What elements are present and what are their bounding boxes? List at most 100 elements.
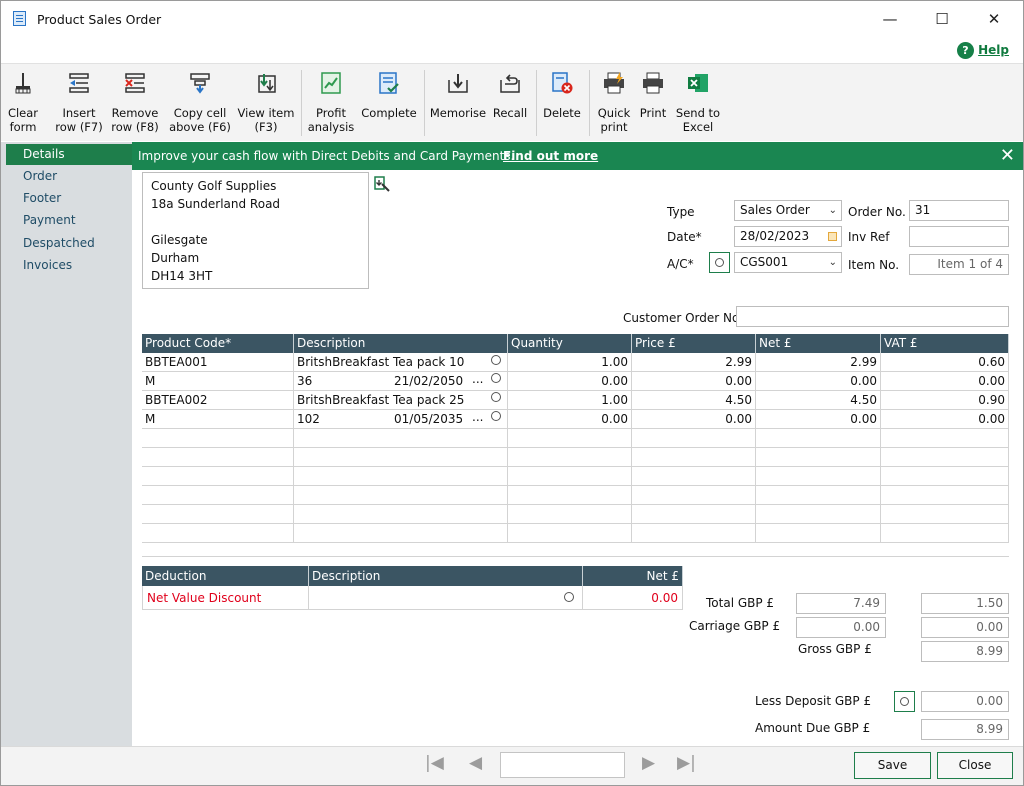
insert-row-button[interactable]: Insert row (F7)	[53, 64, 105, 142]
complete-button[interactable]: Complete	[359, 64, 419, 142]
memorise-button[interactable]: Memorise	[429, 64, 487, 142]
calendar-icon[interactable]	[828, 232, 837, 241]
sidebar-item-despatched[interactable]: Despatched	[6, 233, 132, 254]
record-position-field[interactable]	[500, 752, 625, 778]
print-button[interactable]: Print	[635, 64, 671, 142]
cell-price[interactable]: 2.99	[632, 353, 756, 372]
deduction-lookup-icon[interactable]	[564, 592, 574, 602]
insert-row-label: Insert row (F7)	[55, 106, 103, 134]
cell-vat[interactable]: 0.90	[881, 391, 1009, 410]
cell-quantity[interactable]: 0.00	[508, 372, 632, 391]
cell-description[interactable]: 102 01/05/2035 ...	[294, 410, 508, 429]
cell-net[interactable]: 4.50	[756, 391, 881, 410]
next-record-icon[interactable]: ▶	[642, 753, 655, 773]
table-row[interactable]: BBTEA001 BritshBreakfast Tea pack 10 1.0…	[142, 353, 1009, 372]
profit-analysis-button[interactable]: Profit analysis	[305, 64, 357, 142]
sidebar-item-order[interactable]: Order	[6, 166, 132, 187]
sidebar-item-footer[interactable]: Footer	[6, 188, 132, 209]
table-row[interactable]: BBTEA002 BritshBreakfast Tea pack 25 1.0…	[142, 391, 1009, 410]
row-lookup-icon[interactable]	[491, 355, 501, 365]
help-icon[interactable]: ?	[957, 42, 974, 59]
cell-quantity[interactable]: 1.00	[508, 391, 632, 410]
table-row[interactable]: M 36 21/02/2050 ... 0.00 0.00 0.00 0.00	[142, 372, 1009, 391]
customer-order-no-field[interactable]	[736, 306, 1009, 327]
cell-price[interactable]: 0.00	[632, 410, 756, 429]
sidebar-item-payment[interactable]: Payment	[6, 210, 132, 231]
view-item-button[interactable]: View item (F3)	[237, 64, 295, 142]
copy-cell-above-button[interactable]: Copy cell above (F6)	[167, 64, 233, 142]
inv-ref-field[interactable]	[909, 226, 1009, 247]
type-dropdown[interactable]: Sales Order ⌄	[734, 200, 842, 221]
cell-price[interactable]: 4.50	[632, 391, 756, 410]
col-header-deduction-description[interactable]: Description	[309, 566, 583, 586]
sidebar-item-details[interactable]: Details	[6, 144, 132, 165]
gross-field: 8.99	[921, 641, 1009, 662]
cell-description[interactable]: 36 21/02/2050 ...	[294, 372, 508, 391]
previous-record-icon[interactable]: ◀	[469, 753, 482, 773]
cell-net[interactable]: 0.00	[756, 372, 881, 391]
recall-button[interactable]: Recall	[489, 64, 531, 142]
col-header-price[interactable]: Price £	[632, 334, 756, 353]
cell-deduction-net[interactable]: 0.00	[583, 586, 683, 610]
row-lookup-icon[interactable]	[491, 392, 501, 402]
col-header-vat[interactable]: VAT £	[881, 334, 1009, 353]
row-lookup-icon[interactable]	[491, 373, 501, 383]
cell-quantity[interactable]: 1.00	[508, 353, 632, 372]
order-no-field[interactable]: 31	[909, 200, 1009, 221]
minimize-button[interactable]: —	[867, 1, 913, 37]
clear-form-button[interactable]: Clear form	[3, 64, 43, 142]
cell-vat[interactable]: 0.60	[881, 353, 1009, 372]
empty-table-row[interactable]	[142, 467, 1009, 486]
customer-address-box[interactable]: County Golf Supplies 18a Sunderland Road…	[142, 172, 369, 289]
banner-text: Improve your cash flow with Direct Debit…	[138, 149, 515, 163]
empty-table-row[interactable]	[142, 429, 1009, 448]
cell-deduction[interactable]: Net Value Discount	[142, 586, 309, 610]
col-header-net[interactable]: Net £	[756, 334, 881, 353]
cell-product-code[interactable]: M	[142, 410, 294, 429]
last-record-icon[interactable]: ▶|	[677, 753, 696, 773]
remove-row-button[interactable]: Remove row (F8)	[109, 64, 161, 142]
sidebar-item-invoices[interactable]: Invoices	[6, 255, 132, 276]
send-to-excel-button[interactable]: Send to Excel	[673, 64, 723, 142]
cell-vat[interactable]: 0.00	[881, 410, 1009, 429]
col-header-quantity[interactable]: Quantity	[508, 334, 632, 353]
cell-product-code[interactable]: M	[142, 372, 294, 391]
address-line	[151, 213, 360, 231]
empty-table-row[interactable]	[142, 524, 1009, 543]
account-dropdown[interactable]: CGS001 ⌄	[734, 252, 842, 273]
quick-print-button[interactable]: Quick print	[593, 64, 635, 142]
row-lookup-icon[interactable]	[491, 411, 501, 421]
cell-description[interactable]: BritshBreakfast Tea pack 25	[294, 391, 508, 410]
banner-close-icon[interactable]: ✕	[1000, 145, 1015, 166]
cell-product-code[interactable]: BBTEA001	[142, 353, 294, 372]
help-link[interactable]: Help	[978, 43, 1009, 57]
col-header-product-code[interactable]: Product Code*	[142, 334, 294, 353]
date-field[interactable]: 28/02/2023	[734, 226, 842, 247]
cell-net[interactable]: 2.99	[756, 353, 881, 372]
col-header-deduction-net[interactable]: Net £	[583, 566, 683, 586]
maximize-button[interactable]: ☐	[919, 1, 965, 37]
cell-net[interactable]: 0.00	[756, 410, 881, 429]
cell-description[interactable]: BritshBreakfast Tea pack 10	[294, 353, 508, 372]
save-button[interactable]: Save	[854, 752, 931, 779]
cell-deduction-description[interactable]	[309, 586, 583, 610]
delete-button[interactable]: Delete	[539, 64, 585, 142]
account-lookup-button[interactable]	[709, 252, 730, 273]
close-button[interactable]: Close	[937, 752, 1013, 779]
cell-vat[interactable]: 0.00	[881, 372, 1009, 391]
col-header-description[interactable]: Description	[294, 334, 508, 353]
first-record-icon[interactable]: |◀	[425, 753, 444, 773]
empty-table-row[interactable]	[142, 486, 1009, 505]
address-lookup-icon[interactable]	[373, 175, 391, 193]
cell-quantity[interactable]: 0.00	[508, 410, 632, 429]
account-value: CGS001	[740, 255, 789, 269]
col-header-deduction[interactable]: Deduction	[142, 566, 309, 586]
empty-table-row[interactable]	[142, 505, 1009, 524]
close-window-button[interactable]: ✕	[971, 1, 1017, 37]
cell-price[interactable]: 0.00	[632, 372, 756, 391]
empty-table-row[interactable]	[142, 448, 1009, 467]
deposit-lookup-button[interactable]	[894, 691, 915, 712]
banner-find-out-more-link[interactable]: Find out more	[503, 149, 598, 163]
table-row[interactable]: M 102 01/05/2035 ... 0.00 0.00 0.00 0.00	[142, 410, 1009, 429]
cell-product-code[interactable]: BBTEA002	[142, 391, 294, 410]
